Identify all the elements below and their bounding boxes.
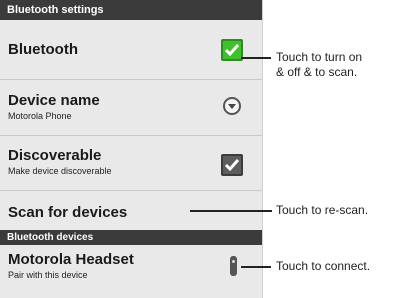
headset-icon [230, 256, 237, 276]
bluetooth-checkbox[interactable] [221, 39, 243, 61]
callout-toggle-line1: Touch to turn on [276, 50, 363, 64]
discoverable-checkbox[interactable] [221, 154, 243, 176]
callout-line-toggle [241, 57, 271, 59]
callout-rescan: Touch to re-scan. [276, 203, 369, 217]
device-name-row[interactable]: Device name Motorola Phone [0, 80, 262, 136]
scan-label: Scan for devices [8, 204, 128, 221]
bluetooth-row[interactable]: Bluetooth [0, 20, 262, 80]
phone-screen: Bluetooth settings Bluetooth Device name… [0, 0, 263, 298]
callout-connect: Touch to connect. [276, 259, 371, 273]
checkmark-icon [224, 44, 240, 57]
checkmark-icon [224, 159, 240, 172]
devices-section-header: Bluetooth devices [0, 230, 262, 245]
callout-toggle-line2: & off & to scan. [276, 65, 358, 79]
headset-name: Motorola Headset [8, 251, 134, 268]
device-name-value: Motorola Phone [8, 111, 72, 121]
headset-row[interactable]: Motorola Headset Pair with this device [0, 245, 262, 293]
headset-sub: Pair with this device [8, 270, 88, 280]
discoverable-row[interactable]: Discoverable Make device discoverable [0, 136, 262, 191]
dropdown-circle-icon[interactable] [223, 97, 241, 115]
callout-line-rescan [190, 210, 272, 212]
callout-toggle: Touch to turn on & off & to scan. [276, 50, 362, 80]
discoverable-label: Discoverable [8, 147, 102, 164]
callout-line-connect [241, 266, 271, 268]
device-name-label: Device name [8, 92, 100, 109]
bluetooth-label: Bluetooth [8, 41, 78, 58]
screen-title: Bluetooth settings [0, 0, 262, 20]
discoverable-sub: Make device discoverable [8, 166, 112, 176]
